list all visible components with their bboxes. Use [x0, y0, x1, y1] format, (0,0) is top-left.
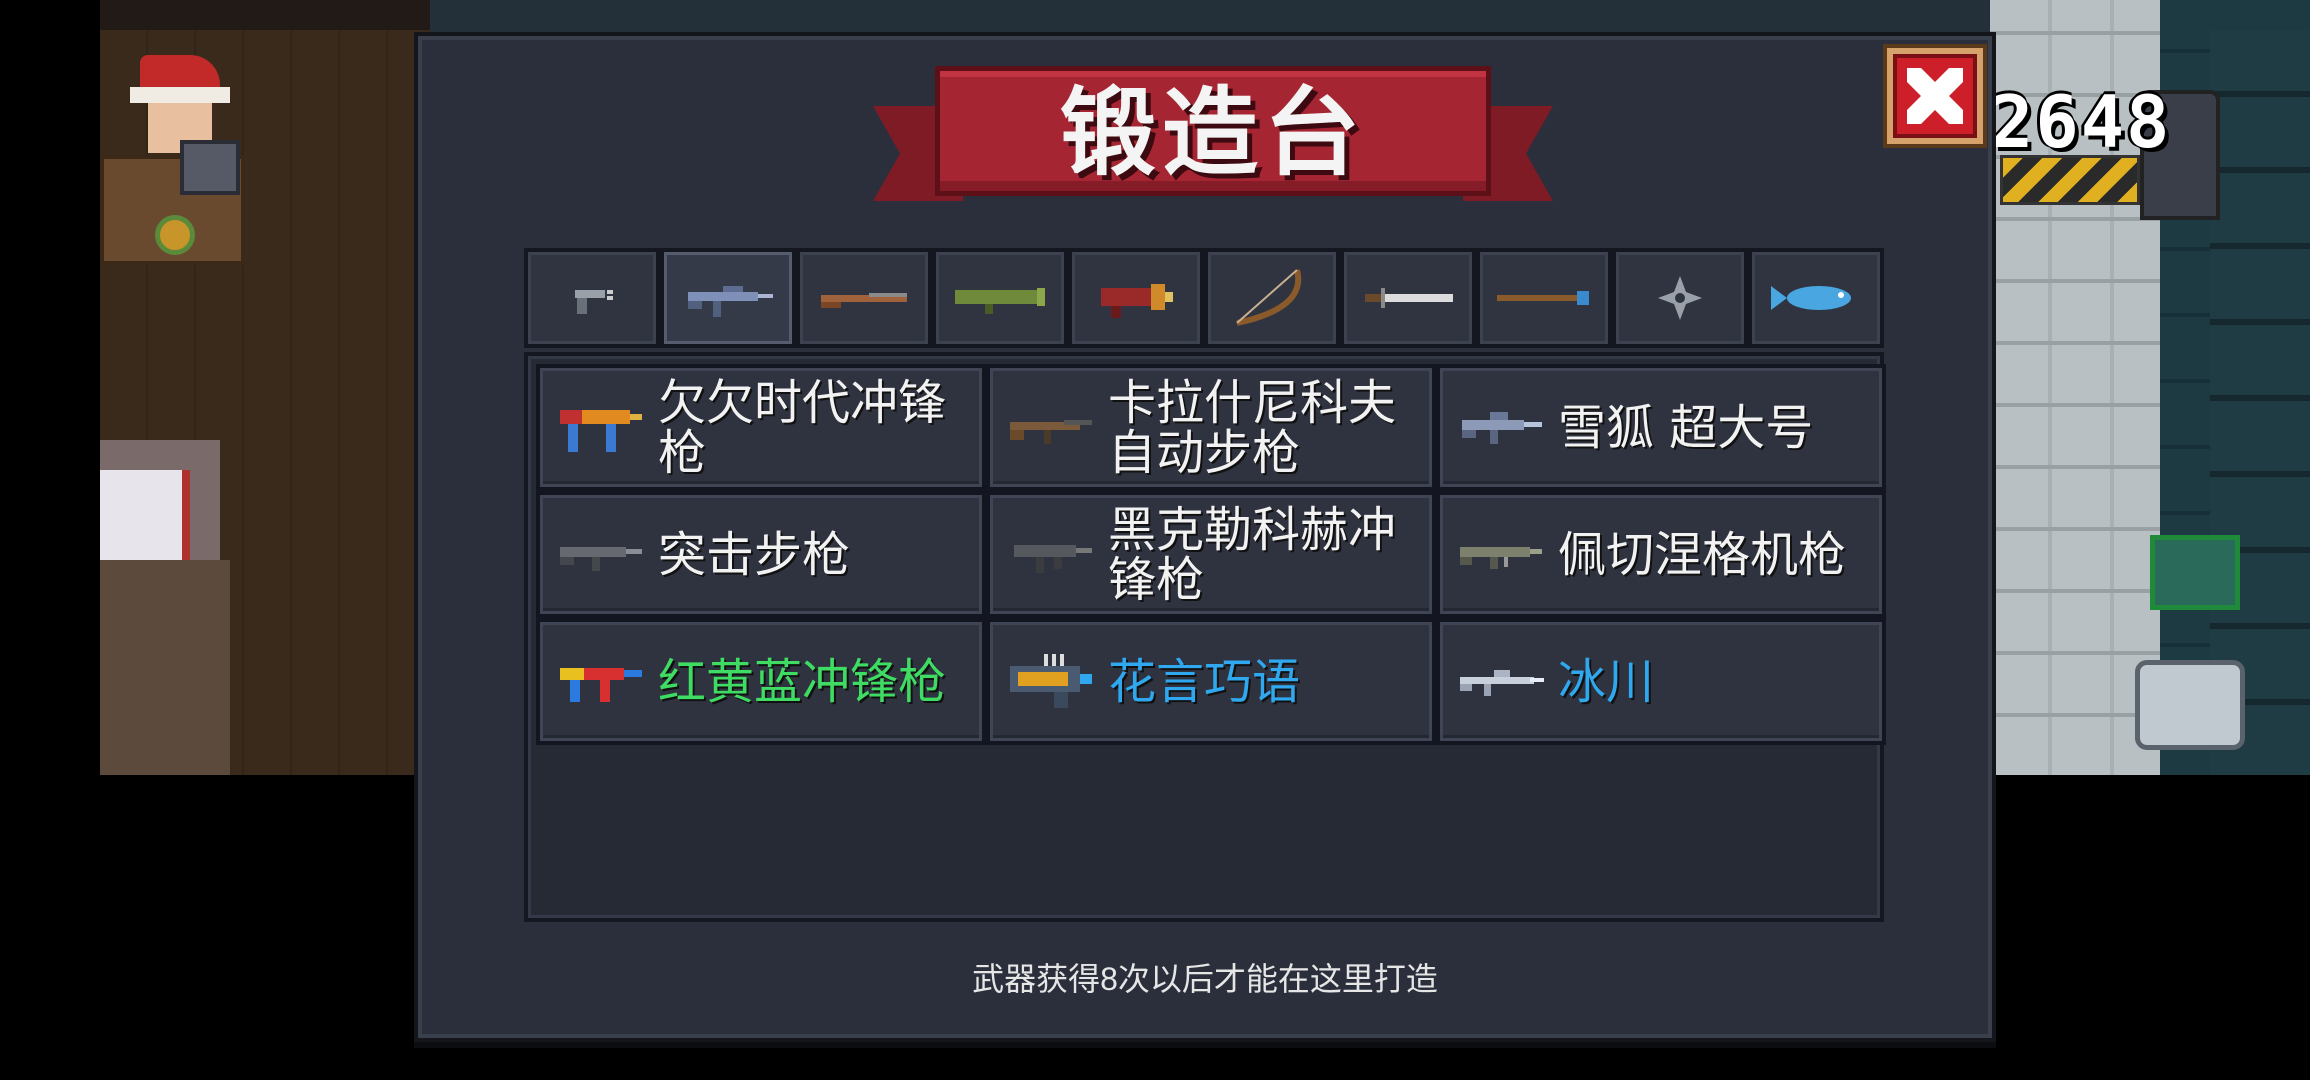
- weapon-item[interactable]: 花言巧语: [986, 618, 1436, 745]
- weapon-name: 卡拉什尼科夫自动步枪: [1108, 374, 1397, 481]
- ak-icon: [1010, 419, 1092, 444]
- pistol-icon: [575, 290, 613, 314]
- title-ribbon: 锻造台: [873, 66, 1553, 216]
- forge-panel: 锻造台 欠欠时代冲锋枪 卡拉什尼科夫自动步枪 雪狐 超大号 突击步枪 黑克勒科赫…: [414, 32, 1996, 1042]
- tab-sword[interactable]: [1340, 248, 1476, 348]
- forge-unlock-note: 武器获得8次以后才能在这里打造: [972, 961, 1438, 997]
- close-button[interactable]: [1883, 44, 1987, 148]
- tab-pistol[interactable]: [524, 248, 660, 348]
- background-room-left: [100, 0, 430, 775]
- weapon-grid: 欠欠时代冲锋枪 卡拉什尼科夫自动步枪 雪狐 超大号 突击步枪 黑克勒科赫冲锋枪 …: [536, 364, 1886, 745]
- assault-rifle-icon: [560, 546, 642, 571]
- weapon-name: 花言巧语: [1108, 653, 1301, 710]
- tab-shuriken[interactable]: [1612, 248, 1748, 348]
- weapon-name: 红黄蓝冲锋枪: [658, 653, 947, 710]
- rifle-icon: [688, 286, 773, 317]
- tab-rifle[interactable]: [660, 248, 796, 348]
- sweet-talk-icon: [1010, 653, 1092, 708]
- panel-title: 锻造台: [1060, 77, 1366, 189]
- weapon-name: 突击步枪: [658, 526, 851, 583]
- weapon-category-tabs: [524, 248, 1884, 348]
- tab-blaster[interactable]: [1068, 248, 1204, 348]
- shotgun-icon: [821, 293, 907, 308]
- metal-drum: [2135, 660, 2245, 750]
- weapon-item[interactable]: 黑克勒科赫冲锋枪: [986, 491, 1436, 618]
- sword-icon: [1365, 288, 1453, 308]
- staff-icon: [1497, 291, 1589, 305]
- tab-fish[interactable]: [1748, 248, 1884, 348]
- gem-counter: 2648: [1990, 80, 2172, 164]
- bow-icon: [1236, 269, 1302, 326]
- weapon-name: 雪狐 超大号: [1558, 399, 1814, 456]
- weapon-name: 冰川: [1558, 653, 1655, 710]
- floor-stone: [100, 560, 230, 775]
- glacier-icon: [1460, 669, 1544, 696]
- smg-icon: [560, 409, 642, 452]
- weapon-item[interactable]: 卡拉什尼科夫自动步枪: [986, 364, 1436, 491]
- close-button-face: [1893, 54, 1977, 138]
- computer-monitor: [180, 140, 240, 195]
- weapon-item[interactable]: 冰川: [1436, 618, 1886, 745]
- blaster-icon: [1101, 284, 1173, 318]
- weapon-name: 黑克勒科赫冲锋枪: [1108, 501, 1397, 608]
- rgb-smg-icon: [560, 667, 642, 702]
- tab-staff[interactable]: [1476, 248, 1612, 348]
- room-wall: [100, 0, 430, 30]
- christmas-bell: [155, 215, 195, 255]
- weapon-item[interactable]: 红黄蓝冲锋枪: [536, 618, 986, 745]
- weapon-name: 欠欠时代冲锋枪: [658, 374, 947, 481]
- weapon-item[interactable]: 雪狐 超大号: [1436, 364, 1886, 491]
- green-chest: [2150, 535, 2240, 610]
- close-icon: [1907, 68, 1963, 124]
- tab-bow[interactable]: [1204, 248, 1340, 348]
- machine-gun-icon: [1460, 546, 1542, 569]
- weapon-item[interactable]: 佩切涅格机枪: [1436, 491, 1886, 618]
- weapon-list-area: 欠欠时代冲锋枪 卡拉什尼科夫自动步枪 雪狐 超大号 突击步枪 黑克勒科赫冲锋枪 …: [524, 352, 1886, 922]
- shuriken-icon: [1658, 276, 1702, 320]
- weapon-name: 佩切涅格机枪: [1558, 526, 1847, 583]
- fish-icon: [1771, 286, 1851, 310]
- snowfox-icon: [1462, 411, 1542, 444]
- tab-launcher[interactable]: [932, 248, 1068, 348]
- weapon-item[interactable]: 突击步枪: [536, 491, 986, 618]
- hk-smg-icon: [1014, 544, 1092, 573]
- weapon-item[interactable]: 欠欠时代冲锋枪: [536, 364, 986, 491]
- tab-shotgun[interactable]: [796, 248, 932, 348]
- launcher-icon: [955, 288, 1045, 314]
- ribbon-body: 锻造台: [935, 66, 1491, 196]
- santa-hat-rim: [130, 87, 230, 103]
